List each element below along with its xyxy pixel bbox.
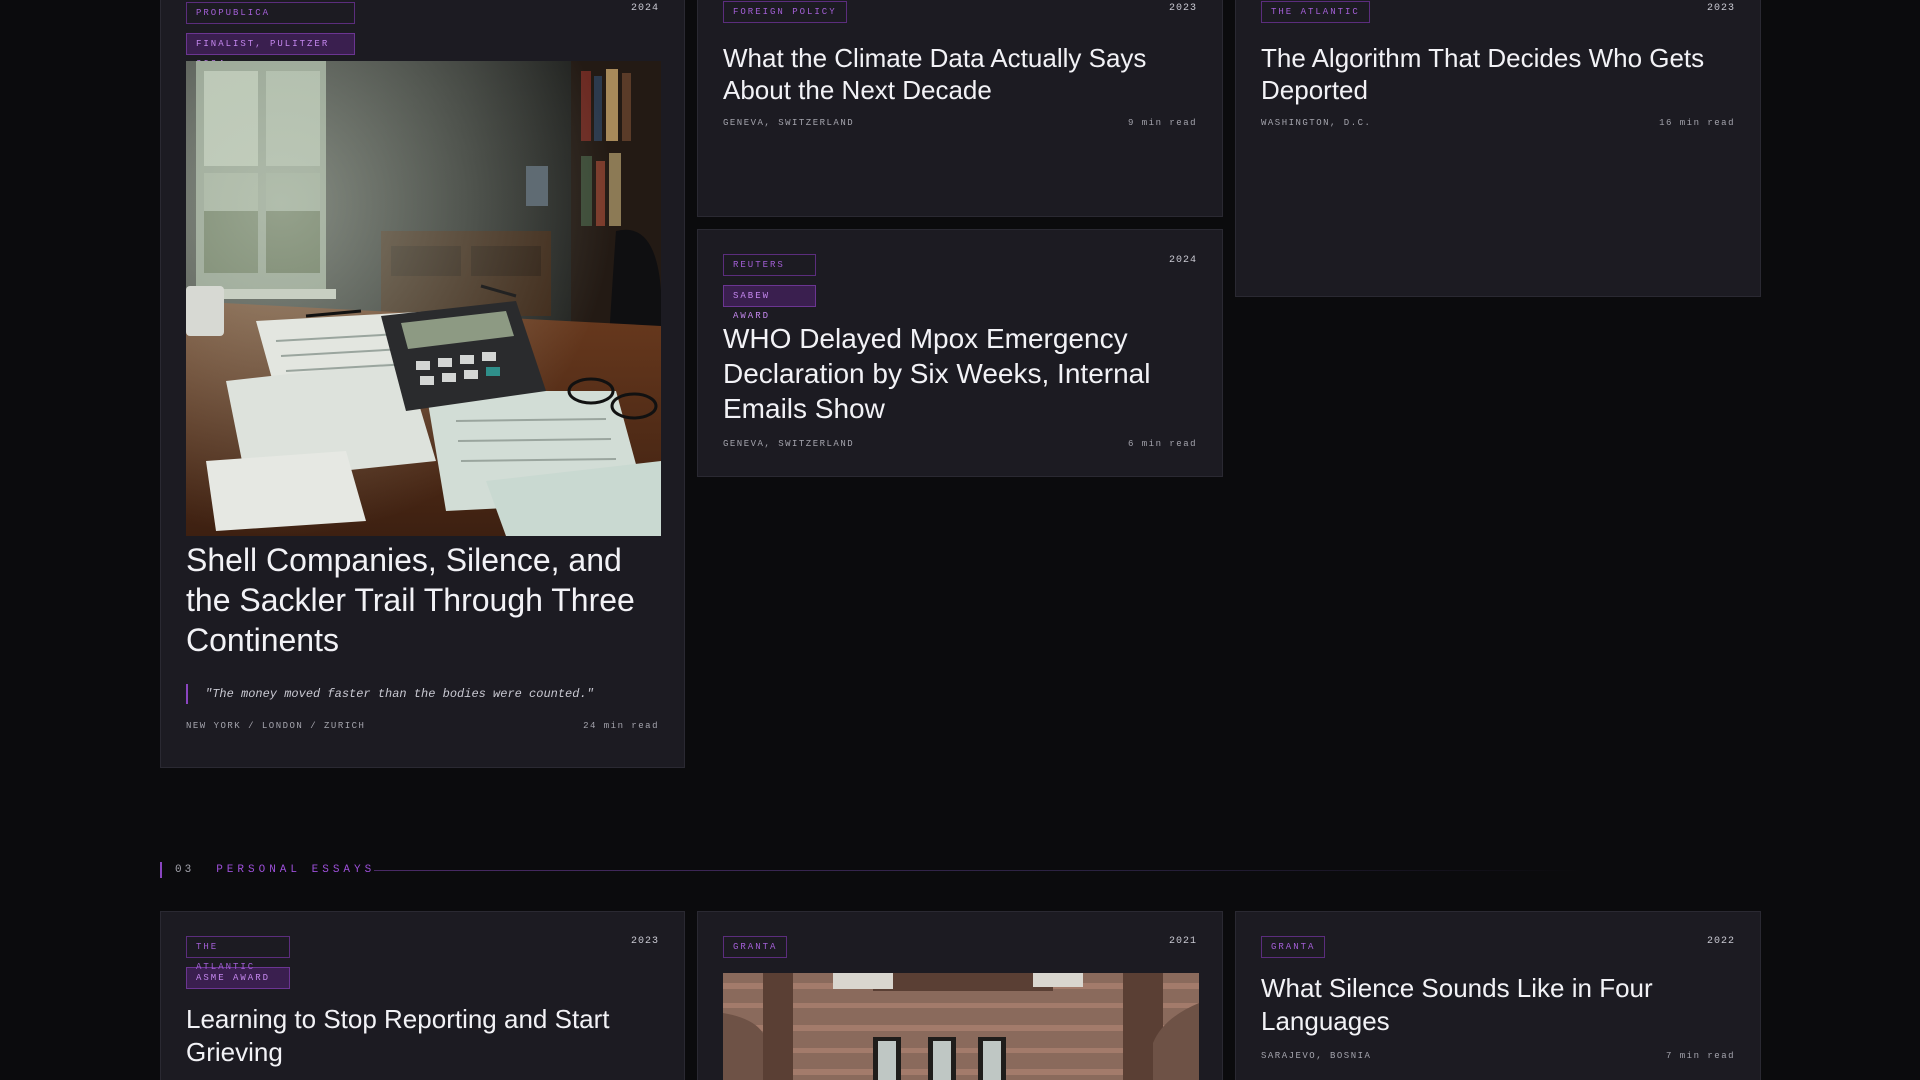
article-meta: Geneva, Switzerland 6 min read — [723, 439, 1197, 449]
article-headline[interactable]: The Algorithm That Decides Who Gets Depo… — [1261, 42, 1735, 106]
article-headline[interactable]: What the Climate Data Actually Says Abou… — [723, 42, 1197, 106]
article-meta: Geneva, Switzerland 9 min read — [723, 118, 1197, 128]
article-card-algorithm[interactable]: The Atlantic 2023 The Algorithm That Dec… — [1235, 0, 1761, 297]
award-tag[interactable]: Sabew Award — [723, 285, 816, 321]
article-meta: Washington, D.C. 16 min read — [1261, 118, 1735, 128]
read-time-label: 9 min read — [1127, 118, 1197, 128]
article-card-mpox[interactable]: Reuters Sabew Award 2024 WHO Delayed Mpo… — [697, 229, 1223, 477]
article-card-silence[interactable]: Granta 2022 What Silence Sounds Like in … — [1235, 911, 1761, 1080]
tag-group: Reuters Sabew Award — [723, 254, 816, 321]
section-divider — [374, 870, 1580, 871]
article-image-desk[interactable] — [186, 61, 661, 536]
location-label: Geneva, Switzerland — [723, 439, 855, 449]
tag-group: ProPublica Finalist, Pulitzer 2024 — [186, 2, 355, 69]
read-time-label: 6 min read — [1127, 439, 1197, 449]
location-label: Geneva, Switzerland — [723, 118, 855, 128]
article-headline[interactable]: Learning to Stop Reporting and Start Gri… — [186, 1003, 659, 1069]
location-label: Sarajevo, Bosnia — [1261, 1051, 1372, 1061]
outlet-tag[interactable]: ProPublica — [186, 2, 355, 24]
outlet-tag[interactable]: Granta — [1261, 936, 1326, 958]
award-tag[interactable]: Finalist, Pulitzer 2024 — [186, 33, 355, 69]
outlet-tag[interactable]: Reuters — [723, 254, 816, 276]
article-headline[interactable]: What Silence Sounds Like in Four Languag… — [1261, 972, 1735, 1038]
article-card-sackler[interactable]: ProPublica Finalist, Pulitzer 2024 2024 — [160, 0, 685, 768]
location-label: New York / London / Zurich — [186, 721, 366, 731]
article-headline[interactable]: WHO Delayed Mpox Emergency Declaration b… — [723, 321, 1197, 426]
read-time-label: 16 min read — [1659, 118, 1735, 128]
tag-group: Foreign Policy — [723, 1, 847, 32]
pull-quote: "The money moved faster than the bodies … — [186, 684, 659, 704]
outlet-tag[interactable]: Foreign Policy — [723, 1, 847, 23]
ruins-photo-illustration — [723, 973, 1199, 1080]
year-label: 2023 — [1706, 3, 1735, 14]
year-label: 2022 — [1706, 936, 1735, 947]
article-image-ruins[interactable] — [723, 973, 1199, 1080]
year-label: 2023 — [630, 936, 659, 947]
year-label: 2024 — [1168, 255, 1197, 266]
section-accent-bar — [160, 862, 162, 878]
award-tag[interactable]: ASME Award — [186, 967, 290, 989]
article-headline[interactable]: Shell Companies, Silence, and the Sackle… — [186, 540, 659, 660]
tag-group: Granta — [1261, 936, 1326, 967]
article-card-granta-2021[interactable]: Granta 2021 — [697, 911, 1223, 1080]
year-label: 2024 — [630, 3, 659, 14]
year-label: 2021 — [1168, 936, 1197, 947]
outlet-tag[interactable]: Granta — [723, 936, 788, 958]
section-title: PERSONAL ESSAYS — [216, 864, 376, 876]
tag-group: Granta — [723, 936, 788, 967]
tag-group: The Atlantic — [1261, 1, 1370, 32]
read-time-label: 24 min read — [583, 721, 659, 731]
location-label: Washington, D.C. — [1261, 118, 1372, 128]
tag-group: The Atlantic ASME Award — [186, 936, 290, 998]
desk-photo-illustration — [186, 61, 661, 536]
article-meta: New York / London / Zurich 24 min read — [186, 721, 659, 731]
section-number: 03 — [175, 864, 195, 876]
section-header-personal-essays: 03 PERSONAL ESSAYS — [160, 862, 375, 878]
outlet-tag[interactable]: The Atlantic — [186, 936, 290, 972]
outlet-tag[interactable]: The Atlantic — [1261, 1, 1370, 23]
article-card-grieving[interactable]: The Atlantic ASME Award 2023 Learning to… — [160, 911, 685, 1080]
article-card-climate[interactable]: Foreign Policy 2023 What the Climate Dat… — [697, 0, 1223, 217]
year-label: 2023 — [1168, 3, 1197, 14]
article-meta: Sarajevo, Bosnia 7 min read — [1261, 1051, 1735, 1061]
read-time-label: 7 min read — [1665, 1051, 1735, 1061]
